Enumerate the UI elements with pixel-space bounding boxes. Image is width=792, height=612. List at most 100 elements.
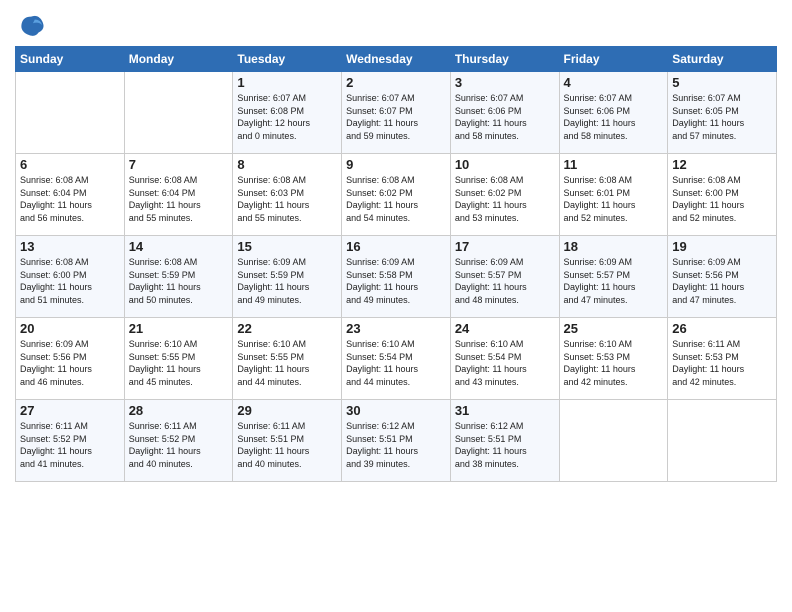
calendar-cell: 3 Sunrise: 6:07 AM Sunset: 6:06 PM Daylig… <box>450 72 559 154</box>
day-info: Sunrise: 6:08 AM Sunset: 6:04 PM Dayligh… <box>129 174 229 224</box>
calendar-cell: 11 Sunrise: 6:08 AM Sunset: 6:01 PM Dayli… <box>559 154 668 236</box>
calendar-table: SundayMondayTuesdayWednesdayThursdayFrid… <box>15 46 777 482</box>
day-number: 25 <box>564 321 664 336</box>
day-number: 18 <box>564 239 664 254</box>
calendar-cell: 21Sunrise: 6:10 AM Sunset: 5:55 PM Dayli… <box>124 318 233 400</box>
day-info: Sunrise: 6:09 AM Sunset: 5:58 PM Dayligh… <box>346 256 446 306</box>
header-row <box>15 10 777 40</box>
day-info: Sunrise: 6:12 AM Sunset: 5:51 PM Dayligh… <box>455 420 555 470</box>
day-info: Sunrise: 6:11 AM Sunset: 5:52 PM Dayligh… <box>20 420 120 470</box>
calendar-cell: 14 Sunrise: 6:08 AM Sunset: 5:59 PM Dayli… <box>124 236 233 318</box>
day-number: 20 <box>20 321 120 336</box>
day-info: Sunrise: 6:08 AM Sunset: 6:00 PM Dayligh… <box>672 174 772 224</box>
day-info: Sunrise: 6:12 AM Sunset: 5:51 PM Dayligh… <box>346 420 446 470</box>
calendar-cell: 18 Sunrise: 6:09 AM Sunset: 5:57 PM Dayli… <box>559 236 668 318</box>
calendar-cell <box>16 72 125 154</box>
calendar-cell: 16 Sunrise: 6:09 AM Sunset: 5:58 PM Dayli… <box>342 236 451 318</box>
weekday-header-saturday: Saturday <box>668 47 777 72</box>
calendar-cell: 8Sunrise: 6:08 AM Sunset: 6:03 PM Daylig… <box>233 154 342 236</box>
day-number: 26 <box>672 321 772 336</box>
day-number: 3 <box>455 75 555 90</box>
weekday-header-tuesday: Tuesday <box>233 47 342 72</box>
day-info: Sunrise: 6:07 AM Sunset: 6:07 PM Dayligh… <box>346 92 446 142</box>
calendar-week-1: 6 Sunrise: 6:08 AM Sunset: 6:04 PM Daylig… <box>16 154 777 236</box>
day-info: Sunrise: 6:08 AM Sunset: 6:00 PM Dayligh… <box>20 256 120 306</box>
calendar-week-2: 13 Sunrise: 6:08 AM Sunset: 6:00 PM Dayli… <box>16 236 777 318</box>
day-number: 5 <box>672 75 772 90</box>
calendar-cell: 10 Sunrise: 6:08 AM Sunset: 6:02 PM Dayli… <box>450 154 559 236</box>
day-number: 6 <box>20 157 120 172</box>
weekday-header-monday: Monday <box>124 47 233 72</box>
day-number: 15 <box>237 239 337 254</box>
calendar-cell: 12 Sunrise: 6:08 AM Sunset: 6:00 PM Dayli… <box>668 154 777 236</box>
calendar-cell: 5 Sunrise: 6:07 AM Sunset: 6:05 PM Daylig… <box>668 72 777 154</box>
day-info: Sunrise: 6:08 AM Sunset: 6:04 PM Dayligh… <box>20 174 120 224</box>
calendar-cell: 4 Sunrise: 6:07 AM Sunset: 6:06 PM Daylig… <box>559 72 668 154</box>
day-info: Sunrise: 6:07 AM Sunset: 6:05 PM Dayligh… <box>672 92 772 142</box>
day-info: Sunrise: 6:07 AM Sunset: 6:06 PM Dayligh… <box>455 92 555 142</box>
calendar-cell: 6 Sunrise: 6:08 AM Sunset: 6:04 PM Daylig… <box>16 154 125 236</box>
day-info: Sunrise: 6:10 AM Sunset: 5:55 PM Dayligh… <box>129 338 229 388</box>
calendar-cell: 26 Sunrise: 6:11 AM Sunset: 5:53 PM Dayli… <box>668 318 777 400</box>
day-number: 1 <box>237 75 337 90</box>
day-info: Sunrise: 6:09 AM Sunset: 5:59 PM Dayligh… <box>237 256 337 306</box>
day-info: Sunrise: 6:08 AM Sunset: 6:02 PM Dayligh… <box>455 174 555 224</box>
day-info: Sunrise: 6:11 AM Sunset: 5:52 PM Dayligh… <box>129 420 229 470</box>
day-number: 23 <box>346 321 446 336</box>
calendar-cell: 17Sunrise: 6:09 AM Sunset: 5:57 PM Dayli… <box>450 236 559 318</box>
calendar-container: SundayMondayTuesdayWednesdayThursdayFrid… <box>0 0 792 487</box>
day-info: Sunrise: 6:08 AM Sunset: 6:01 PM Dayligh… <box>564 174 664 224</box>
calendar-cell: 13 Sunrise: 6:08 AM Sunset: 6:00 PM Dayli… <box>16 236 125 318</box>
day-number: 29 <box>237 403 337 418</box>
day-info: Sunrise: 6:09 AM Sunset: 5:57 PM Dayligh… <box>564 256 664 306</box>
calendar-week-0: 1Sunrise: 6:07 AM Sunset: 6:08 PM Daylig… <box>16 72 777 154</box>
day-info: Sunrise: 6:11 AM Sunset: 5:51 PM Dayligh… <box>237 420 337 470</box>
calendar-cell: 28 Sunrise: 6:11 AM Sunset: 5:52 PM Dayli… <box>124 400 233 482</box>
day-number: 16 <box>346 239 446 254</box>
weekday-header-row: SundayMondayTuesdayWednesdayThursdayFrid… <box>16 47 777 72</box>
day-number: 24 <box>455 321 555 336</box>
calendar-cell: 1Sunrise: 6:07 AM Sunset: 6:08 PM Daylig… <box>233 72 342 154</box>
calendar-cell <box>559 400 668 482</box>
calendar-cell: 2 Sunrise: 6:07 AM Sunset: 6:07 PM Daylig… <box>342 72 451 154</box>
day-info: Sunrise: 6:08 AM Sunset: 6:03 PM Dayligh… <box>237 174 337 224</box>
day-number: 2 <box>346 75 446 90</box>
day-info: Sunrise: 6:08 AM Sunset: 6:02 PM Dayligh… <box>346 174 446 224</box>
day-number: 11 <box>564 157 664 172</box>
calendar-cell: 25Sunrise: 6:10 AM Sunset: 5:53 PM Dayli… <box>559 318 668 400</box>
day-info: Sunrise: 6:09 AM Sunset: 5:56 PM Dayligh… <box>20 338 120 388</box>
calendar-cell: 7 Sunrise: 6:08 AM Sunset: 6:04 PM Daylig… <box>124 154 233 236</box>
day-number: 7 <box>129 157 229 172</box>
day-number: 9 <box>346 157 446 172</box>
day-info: Sunrise: 6:08 AM Sunset: 5:59 PM Dayligh… <box>129 256 229 306</box>
day-info: Sunrise: 6:07 AM Sunset: 6:06 PM Dayligh… <box>564 92 664 142</box>
calendar-cell <box>668 400 777 482</box>
weekday-header-thursday: Thursday <box>450 47 559 72</box>
day-info: Sunrise: 6:10 AM Sunset: 5:54 PM Dayligh… <box>455 338 555 388</box>
calendar-cell: 20 Sunrise: 6:09 AM Sunset: 5:56 PM Dayli… <box>16 318 125 400</box>
day-number: 30 <box>346 403 446 418</box>
weekday-header-sunday: Sunday <box>16 47 125 72</box>
calendar-cell <box>124 72 233 154</box>
day-number: 19 <box>672 239 772 254</box>
calendar-cell: 9 Sunrise: 6:08 AM Sunset: 6:02 PM Daylig… <box>342 154 451 236</box>
day-info: Sunrise: 6:09 AM Sunset: 5:56 PM Dayligh… <box>672 256 772 306</box>
weekday-header-friday: Friday <box>559 47 668 72</box>
calendar-cell: 29 Sunrise: 6:11 AM Sunset: 5:51 PM Dayli… <box>233 400 342 482</box>
day-info: Sunrise: 6:09 AM Sunset: 5:57 PM Dayligh… <box>455 256 555 306</box>
calendar-cell: 19 Sunrise: 6:09 AM Sunset: 5:56 PM Dayli… <box>668 236 777 318</box>
day-info: Sunrise: 6:11 AM Sunset: 5:53 PM Dayligh… <box>672 338 772 388</box>
calendar-cell: 27Sunrise: 6:11 AM Sunset: 5:52 PM Dayli… <box>16 400 125 482</box>
day-number: 31 <box>455 403 555 418</box>
day-number: 28 <box>129 403 229 418</box>
day-number: 4 <box>564 75 664 90</box>
day-number: 13 <box>20 239 120 254</box>
day-number: 14 <box>129 239 229 254</box>
day-number: 12 <box>672 157 772 172</box>
calendar-cell: 31 Sunrise: 6:12 AM Sunset: 5:51 PM Dayli… <box>450 400 559 482</box>
logo-icon <box>18 12 46 40</box>
day-number: 10 <box>455 157 555 172</box>
calendar-cell: 15 Sunrise: 6:09 AM Sunset: 5:59 PM Dayli… <box>233 236 342 318</box>
calendar-cell: 30 Sunrise: 6:12 AM Sunset: 5:51 PM Dayli… <box>342 400 451 482</box>
day-info: Sunrise: 6:10 AM Sunset: 5:54 PM Dayligh… <box>346 338 446 388</box>
